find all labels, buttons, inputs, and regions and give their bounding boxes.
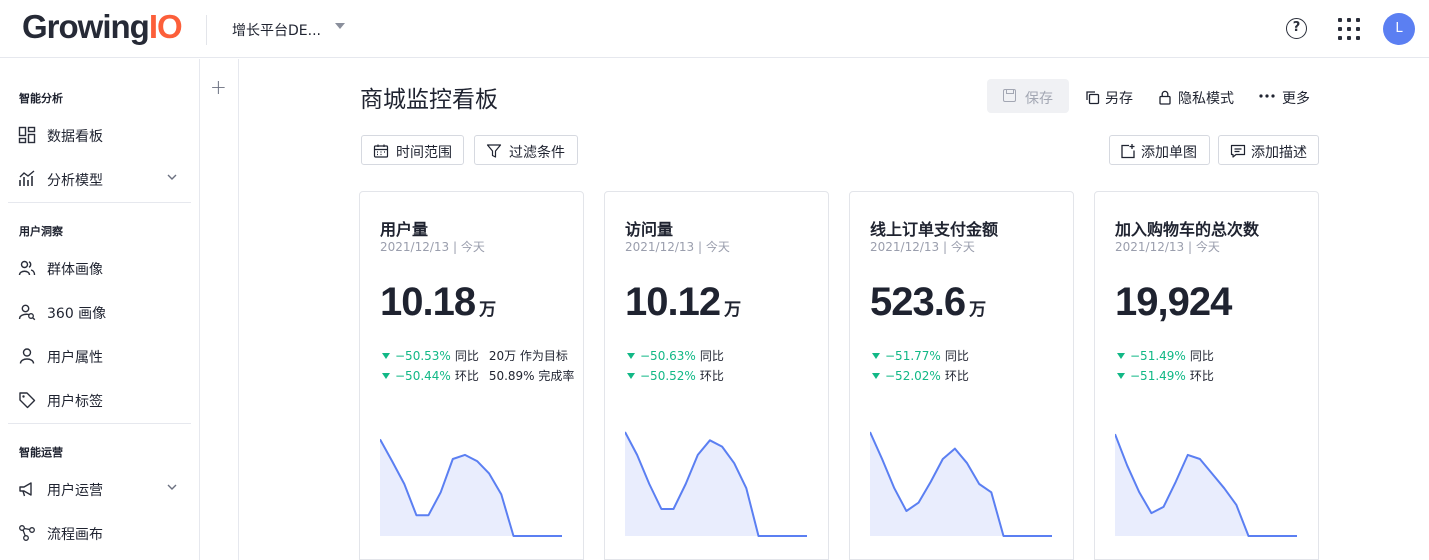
chevron-down-icon[interactable] (335, 23, 345, 29)
comment-icon (1230, 144, 1246, 158)
mom-stat: −50.44% 环比 50.89% 完成率 (382, 367, 574, 384)
privacy-mode-button[interactable]: 隐私模式 (1158, 88, 1238, 108)
down-arrow-icon (1117, 373, 1125, 379)
down-arrow-icon (627, 353, 635, 359)
yoy-stat: −51.77% 同比 (872, 347, 969, 364)
section-title-insight: 用户洞察 (19, 225, 63, 238)
sidebar-item-360-portrait[interactable]: 360 画像 (0, 294, 199, 330)
metric-card[interactable]: 加入购物车的总次数 2021/12/13 | 今天 19,924 −51.49%… (1094, 191, 1319, 560)
save-icon (1003, 89, 1016, 102)
user-icon (19, 348, 35, 364)
chevron-down-icon[interactable] (166, 481, 178, 493)
dashboard-icon (18, 126, 36, 144)
down-arrow-icon (382, 373, 390, 379)
card-title: 访问量 (625, 220, 674, 239)
card-date: 2021/12/13 | 今天 (870, 240, 975, 254)
down-arrow-icon (627, 373, 635, 379)
card-title: 用户量 (380, 220, 429, 239)
chevron-down-icon[interactable] (166, 171, 178, 183)
sparkline-chart (1115, 433, 1297, 537)
down-arrow-icon (872, 373, 880, 379)
sparkline-area (1115, 434, 1297, 536)
down-arrow-icon (1117, 353, 1125, 359)
yoy-stat: −50.53% 同比 20万 作为目标 (382, 347, 568, 364)
chart-icon (19, 170, 35, 186)
add-description-button[interactable]: 添加描述 (1218, 135, 1319, 165)
add-chart-button[interactable]: 添加单图 (1109, 135, 1210, 165)
sparkline-area (625, 432, 807, 536)
filter-conditions-button[interactable]: 过滤条件 (474, 135, 578, 165)
sidebar-item-label: 360 画像 (47, 306, 107, 322)
sidebar-item-user-attributes[interactable]: 用户属性 (0, 338, 199, 374)
sidebar-item-group-portrait[interactable]: 群体画像 (0, 250, 199, 286)
down-arrow-icon (382, 353, 390, 359)
sidebar-item-flow-canvas[interactable]: 流程画布 (0, 515, 199, 551)
card-date: 2021/12/13 | 今天 (380, 240, 485, 254)
flow-icon (19, 525, 35, 541)
help-icon[interactable]: ? (1286, 18, 1307, 39)
copy-icon (1086, 91, 1100, 105)
sidebar-item-label: 群体画像 (47, 262, 103, 278)
save-as-button[interactable]: 另存 (1085, 88, 1135, 108)
sidebar-item-label: 流程画布 (47, 527, 103, 543)
card-value: 19,924 (1115, 280, 1232, 324)
sidebar-item-dashboard[interactable]: 数据看板 (0, 117, 199, 153)
divider (8, 423, 191, 424)
users-icon (18, 260, 36, 276)
time-range-button[interactable]: 时间范围 (361, 135, 464, 165)
yoy-stat: −50.63% 同比 (627, 347, 724, 364)
sidebar-item-label: 分析模型 (47, 173, 103, 189)
card-title: 加入购物车的总次数 (1115, 220, 1260, 239)
card-date: 2021/12/13 | 今天 (1115, 240, 1220, 254)
sidebar-item-user-operations[interactable]: 用户运营 (0, 471, 199, 507)
card-value: 523.6 万 (870, 280, 987, 324)
sidebar-item-label: 用户标签 (47, 394, 103, 410)
page-title: 商城监控看板 (360, 87, 498, 113)
card-title: 线上订单支付金额 (870, 220, 999, 239)
sparkline-area (380, 439, 562, 536)
sparkline-area (870, 432, 1052, 536)
card-value: 10.18 万 (380, 280, 497, 324)
divider (206, 15, 207, 45)
section-title-operations: 智能运营 (19, 446, 63, 459)
calendar-icon (373, 144, 389, 158)
sidebar-item-label: 用户运营 (47, 483, 103, 499)
sparkline-chart (380, 438, 562, 537)
sparkline-chart (625, 431, 807, 537)
sidebar: 智能分析 数据看板 分析模型 用户洞察 群体画像 360 画像 用户属性 用户标… (0, 59, 200, 560)
sidebar-item-analysis-models[interactable]: 分析模型 (0, 161, 199, 197)
top-bar: GrowingIO 增长平台DE... ? L (0, 0, 1429, 58)
mom-stat: −51.49% 环比 (1117, 367, 1214, 384)
divider (8, 202, 191, 203)
tag-icon (19, 392, 36, 409)
metric-card[interactable]: 访问量 2021/12/13 | 今天 10.12 万 −50.63% 同比 −50… (604, 191, 829, 560)
sparkline-chart (870, 431, 1052, 537)
metric-card[interactable]: 用户量 2021/12/13 | 今天 10.18 万 −50.53% 同比 20万 … (359, 191, 584, 560)
sidebar-item-label: 数据看板 (47, 129, 103, 145)
project-selector[interactable]: 增长平台DE... (232, 20, 321, 40)
mom-stat: −50.52% 环比 (627, 367, 724, 384)
down-arrow-icon (872, 353, 880, 359)
add-dashboard-button[interactable]: + (210, 75, 227, 99)
apps-grid-icon[interactable] (1338, 18, 1360, 40)
lock-icon (1159, 90, 1171, 105)
save-button[interactable]: 保存 (987, 79, 1069, 113)
sidebar-item-label: 用户属性 (47, 350, 103, 366)
metric-card[interactable]: 线上订单支付金额 2021/12/13 | 今天 523.6 万 −51.77% 同… (849, 191, 1074, 560)
card-date: 2021/12/13 | 今天 (625, 240, 730, 254)
sidebar-item-user-tags[interactable]: 用户标签 (0, 382, 199, 418)
avatar[interactable]: L (1383, 13, 1415, 45)
user-search-icon (18, 304, 36, 321)
yoy-stat: −51.49% 同比 (1117, 347, 1214, 364)
add-chart-icon (1121, 144, 1135, 159)
funnel-icon (486, 144, 502, 158)
dashboard-list-panel (200, 59, 239, 560)
megaphone-icon (19, 482, 32, 497)
ellipsis-icon (1259, 94, 1275, 98)
more-button[interactable]: 更多 (1259, 88, 1314, 108)
card-value: 10.12 万 (625, 280, 742, 324)
growingio-logo[interactable]: GrowingIO (22, 8, 183, 46)
mom-stat: −52.02% 环比 (872, 367, 969, 384)
section-title-analysis: 智能分析 (19, 92, 63, 105)
